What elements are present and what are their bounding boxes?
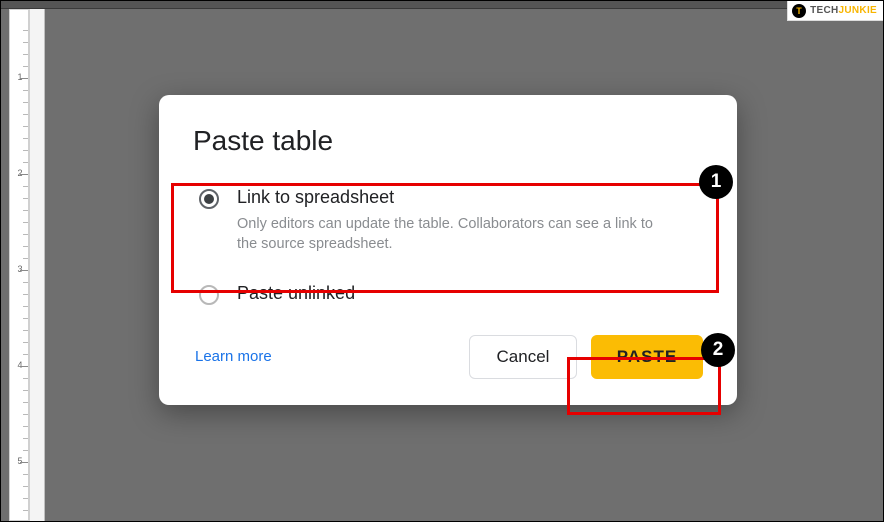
ruler-number: 1 (10, 72, 30, 82)
tutorial-step-badge-2: 2 (701, 333, 735, 367)
watermark-badge: T TECHJUNKIE (787, 1, 883, 21)
option-paste-unlinked[interactable]: Paste unlinked (193, 273, 703, 317)
document-page-edge (29, 9, 45, 521)
learn-more-link[interactable]: Learn more (193, 348, 272, 365)
ruler-number: 3 (10, 264, 30, 274)
radio-icon[interactable] (199, 189, 219, 209)
paste-options-group: Link to spreadsheet Only editors can upd… (193, 177, 703, 317)
watermark-text-b: JUNKIE (839, 5, 877, 16)
dialog-actions: Learn more Cancel PASTE (193, 335, 703, 379)
radio-icon[interactable] (199, 285, 219, 305)
paste-table-dialog: Paste table Link to spreadsheet Only edi… (159, 95, 737, 405)
option-description: Only editors can update the table. Colla… (237, 214, 677, 255)
app-frame: T TECHJUNKIE 1 2 3 4 5 Paste table Link … (0, 0, 884, 522)
cancel-button[interactable]: Cancel (469, 335, 577, 379)
ruler-number: 4 (10, 360, 30, 370)
window-top-bar (1, 1, 883, 9)
option-link-to-spreadsheet[interactable]: Link to spreadsheet Only editors can upd… (193, 177, 703, 267)
option-label: Paste unlinked (237, 283, 355, 303)
paste-button[interactable]: PASTE (591, 335, 703, 379)
ruler-number: 2 (10, 168, 30, 178)
tutorial-step-badge-1: 1 (699, 165, 733, 199)
dialog-title: Paste table (193, 125, 703, 157)
option-label: Link to spreadsheet (237, 187, 394, 207)
watermark-icon: T (792, 4, 806, 18)
watermark-text-a: TECH (810, 5, 838, 16)
vertical-ruler: 1 2 3 4 5 (9, 9, 29, 521)
ruler-number: 5 (10, 456, 30, 466)
